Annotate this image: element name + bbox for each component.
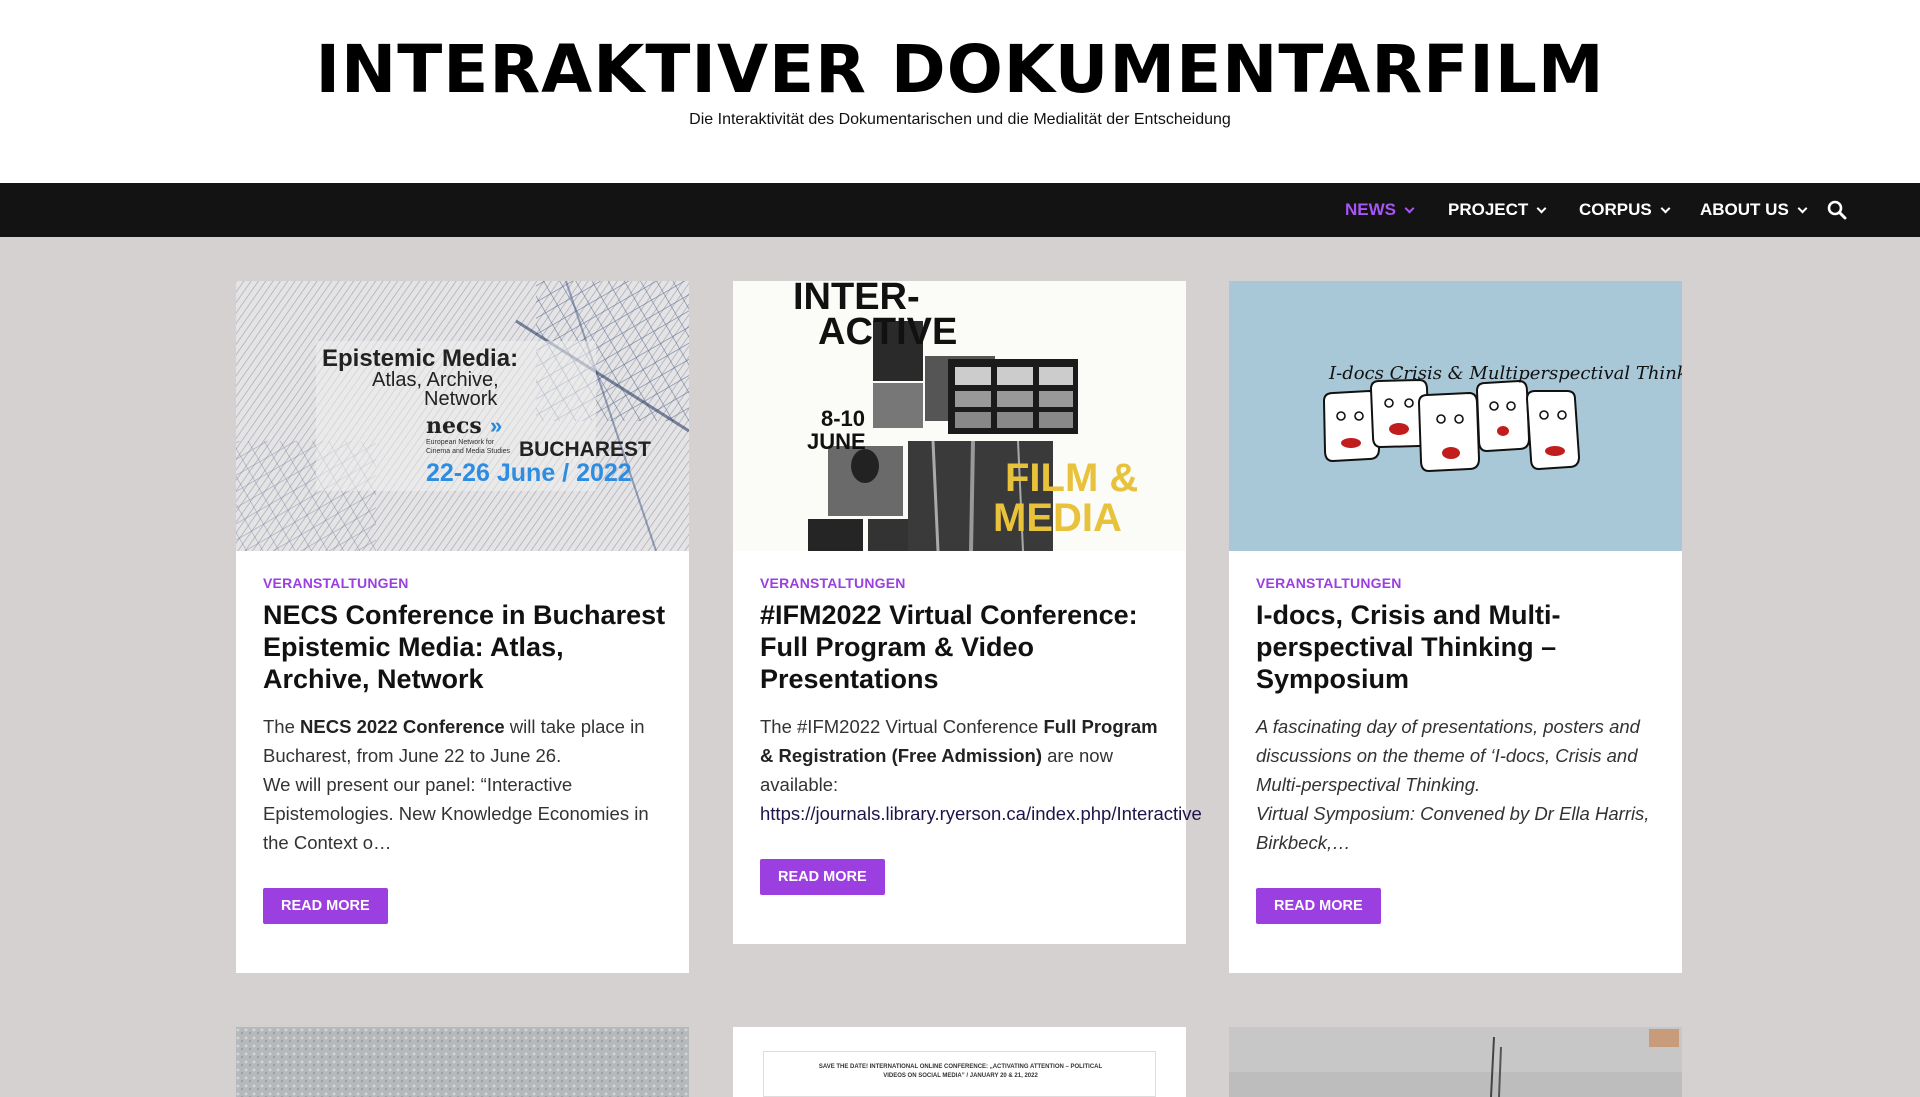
thumb-dates: 22-26 June / 2022	[426, 459, 632, 487]
main-navigation: NEWS PROJECT CORPUS ABOUT US	[0, 183, 1920, 237]
nav-item-label: ABOUT US	[1700, 200, 1789, 219]
post-card-partial[interactable]	[1229, 1027, 1682, 1097]
chevron-down-icon	[1536, 203, 1547, 213]
nav-item-project[interactable]: PROJECT	[1448, 183, 1547, 237]
post-thumbnail[interactable]: I-docs Crisis & Multiperspectival Thinki…	[1229, 281, 1682, 551]
thumb-dates: 8-10	[821, 406, 865, 431]
post-card: INTER- ACTIVE 8-10 JUNE FILM & MEDIA VER…	[733, 281, 1202, 944]
post-excerpt: A fascinating day of presentations, post…	[1256, 716, 1650, 853]
search-icon[interactable]	[1827, 200, 1847, 220]
post-excerpt: The NECS 2022 Conference will take place…	[263, 716, 649, 853]
post-title[interactable]: #IFM2022 Virtual Conference: Full Progra…	[760, 599, 1170, 695]
site-header: INTERAKTIVER DOKUMENTARFILM Die Interakt…	[0, 0, 1920, 183]
read-more-button[interactable]: READ MORE	[1256, 888, 1381, 924]
nav-item-label: PROJECT	[1448, 200, 1529, 219]
post-thumbnail[interactable]: Epistemic Media: Atlas, Archive, Network…	[236, 281, 689, 551]
post-card: I-docs Crisis & Multiperspectival Thinki…	[1229, 281, 1682, 973]
read-more-button[interactable]: READ MORE	[263, 888, 388, 924]
thumb-month: JUNE	[807, 429, 866, 454]
thumb-title: Epistemic Media:	[322, 345, 518, 372]
thumb-media: MEDIA	[993, 496, 1122, 540]
nav-item-label: CORPUS	[1579, 200, 1652, 219]
thumb-city: BUCHAREST	[519, 438, 651, 461]
chevron-down-icon	[1404, 203, 1415, 213]
post-thumbnail[interactable]: INTER- ACTIVE 8-10 JUNE FILM & MEDIA	[733, 281, 1186, 551]
read-more-button[interactable]: READ MORE	[760, 859, 885, 895]
necs-logo: necs	[426, 413, 482, 439]
post-card: Epistemic Media: Atlas, Archive, Network…	[236, 281, 689, 973]
post-card-partial[interactable]: SAVE THE DATE! INTERNATIONAL ONLINE CONF…	[733, 1027, 1186, 1097]
post-title[interactable]: NECS Conference in Bucharest Epistemic M…	[263, 599, 673, 695]
nav-item-about-us[interactable]: ABOUT US	[1700, 183, 1808, 237]
post-card-partial[interactable]	[236, 1027, 689, 1097]
thumbnail-screenshot: SAVE THE DATE! INTERNATIONAL ONLINE CONF…	[763, 1051, 1156, 1097]
post-title[interactable]: I-docs, Crisis and Multi-perspectival Th…	[1256, 599, 1666, 695]
site-description: Die Interaktivität des Dokumentarischen …	[689, 111, 1231, 128]
thumb-subtitle-2: Network	[424, 388, 498, 410]
post-link[interactable]: https://journals.library.ryerson.ca/inde…	[760, 803, 1202, 824]
chevron-down-icon	[1797, 203, 1808, 213]
post-category[interactable]: VERANSTALTUNGEN	[263, 575, 409, 591]
svg-text:»: »	[490, 413, 502, 438]
thumb-line2: ACTIVE	[818, 311, 957, 353]
nav-item-label: NEWS	[1345, 200, 1396, 219]
chevron-down-icon	[1660, 203, 1671, 213]
thumb-org-line2: Cinema and Media Studies	[426, 448, 511, 455]
post-category[interactable]: VERANSTALTUNGEN	[760, 575, 906, 591]
thumb-film: FILM &	[1005, 456, 1138, 500]
site-title[interactable]: INTERAKTIVER DOKUMENTARFILM	[0, 32, 1920, 108]
nav-item-news[interactable]: NEWS	[1345, 183, 1415, 237]
post-category[interactable]: VERANSTALTUNGEN	[1256, 575, 1402, 591]
nav-item-corpus[interactable]: CORPUS	[1579, 183, 1671, 237]
post-excerpt: The #IFM2022 Virtual Conference Full Pro…	[760, 716, 1202, 824]
thumb-script: I-docs Crisis & Multiperspectival Thinki…	[1328, 363, 1682, 384]
thumb-org-line1: European Network for	[426, 439, 495, 446]
